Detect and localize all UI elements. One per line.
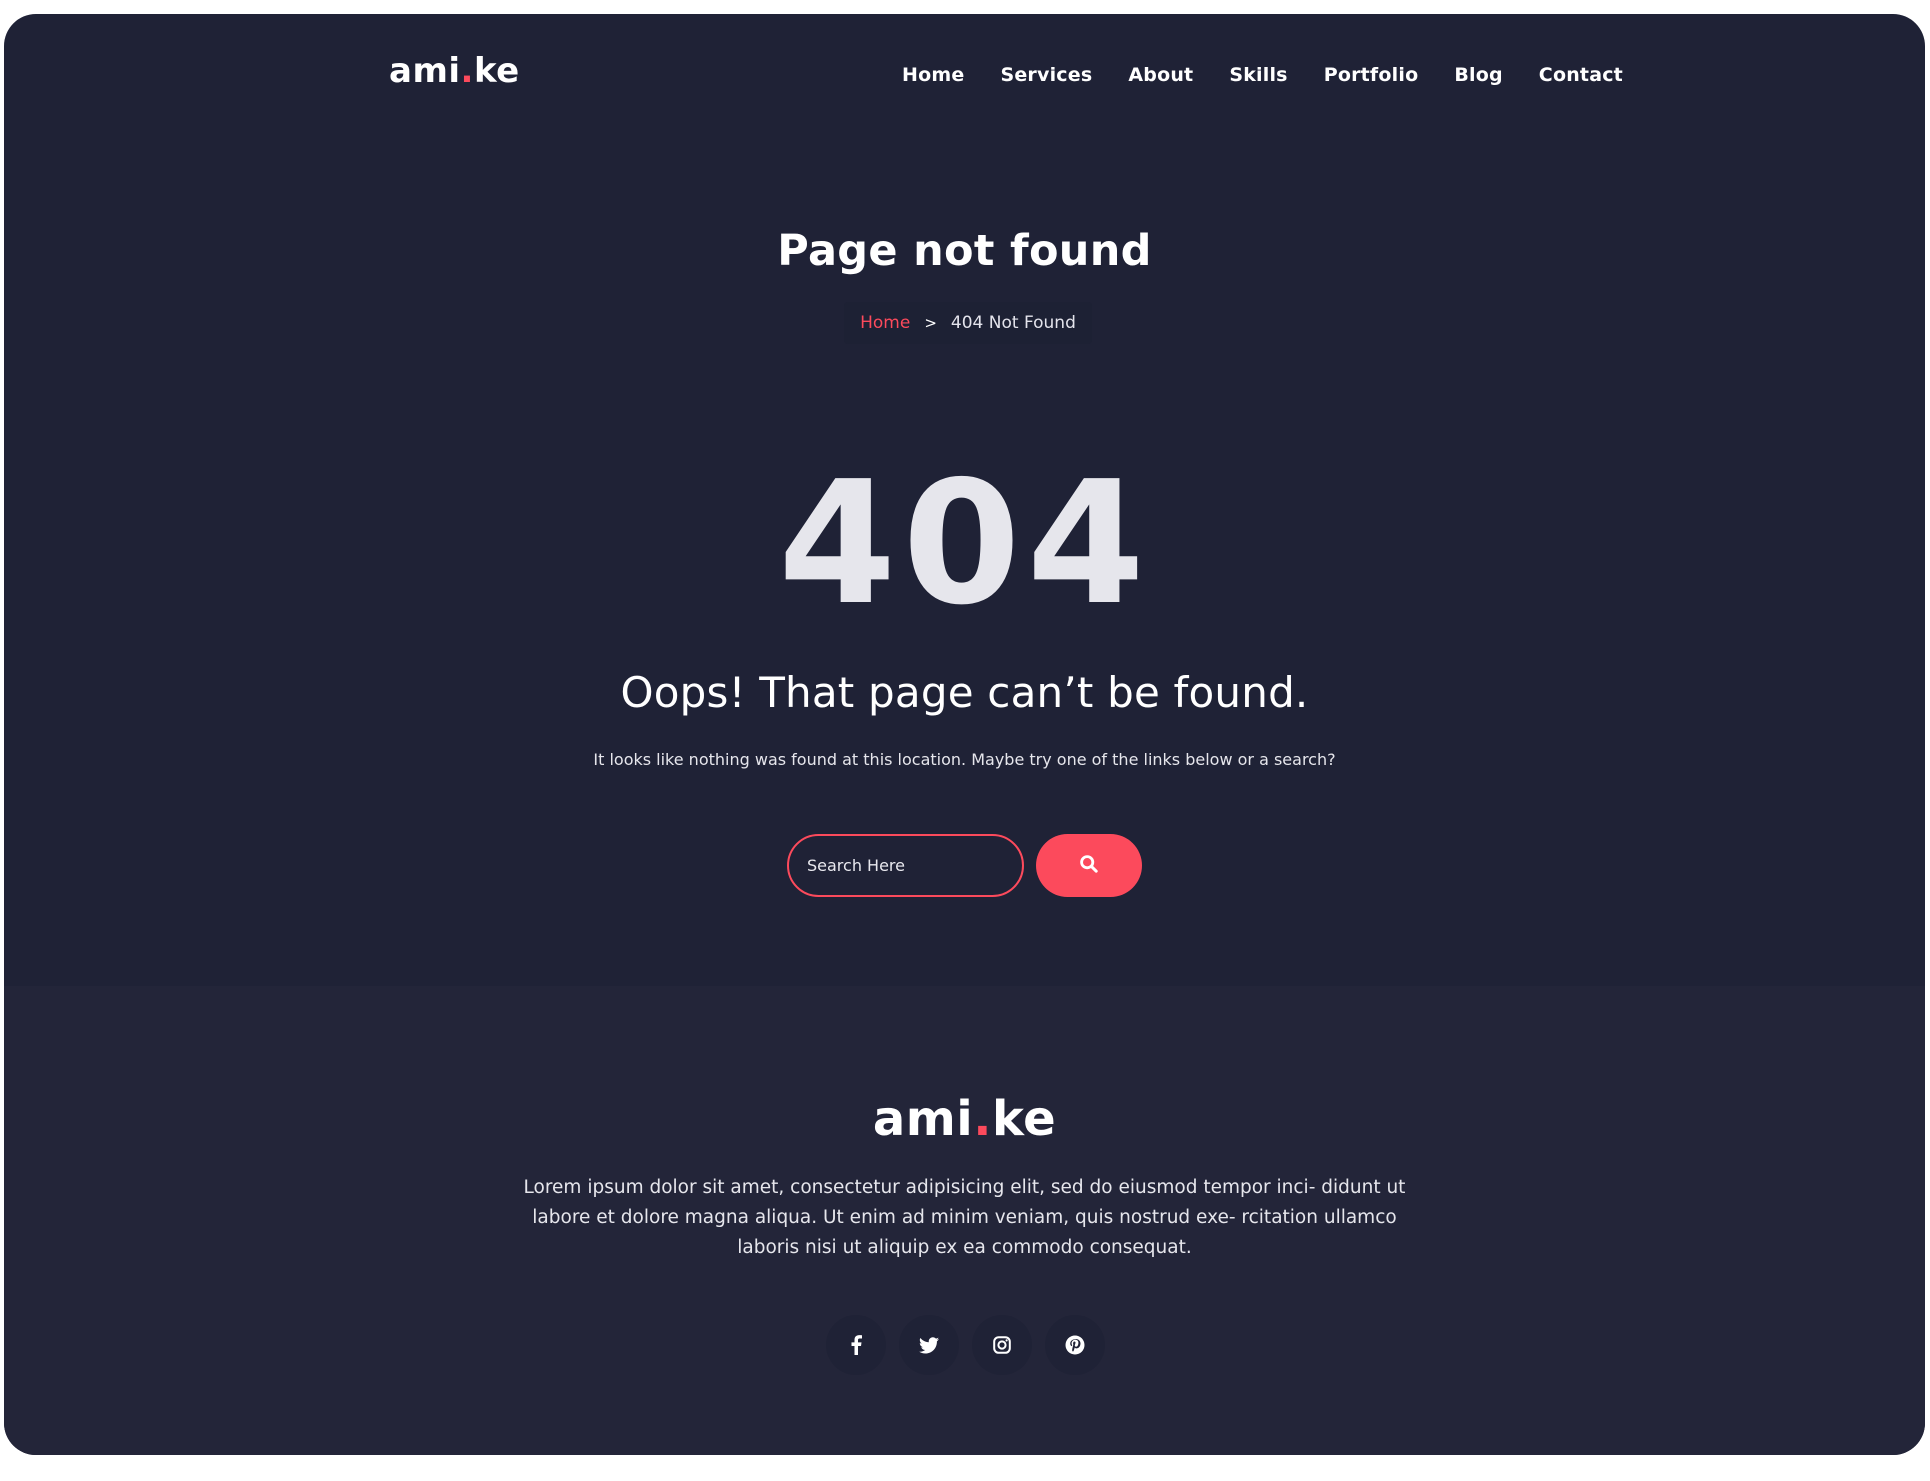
nav-item-home[interactable]: Home — [902, 64, 964, 86]
site-header: ami.ke Home Services About Skills Portfo… — [4, 14, 1925, 124]
facebook-icon — [850, 1335, 862, 1355]
nav-item-about[interactable]: About — [1128, 64, 1193, 86]
footer-logo[interactable]: ami.ke — [4, 1091, 1925, 1147]
footer-description: Lorem ipsum dolor sit amet, consectetur … — [523, 1177, 1406, 1258]
error-code: 404 — [778, 445, 1151, 643]
breadcrumb-separator-icon: > — [924, 314, 937, 332]
pinterest-icon — [1065, 1335, 1085, 1355]
facebook-link[interactable] — [826, 1315, 886, 1375]
footer-logo-part2: ke — [991, 1091, 1057, 1147]
footer-logo-part1: ami — [872, 1091, 974, 1147]
page-frame: ami.ke Home Services About Skills Portfo… — [4, 14, 1925, 1455]
social-links — [826, 1315, 1105, 1375]
nav-item-skills[interactable]: Skills — [1229, 64, 1287, 86]
twitter-link[interactable] — [899, 1315, 959, 1375]
search-button[interactable] — [1036, 834, 1142, 897]
site-footer: ami.ke Lorem ipsum dolor sit amet, conse… — [4, 986, 1925, 1455]
search-icon — [1079, 854, 1099, 877]
search-form — [787, 834, 1142, 897]
footer-logo-dot: . — [973, 1091, 992, 1147]
logo-text-part2: ke — [473, 51, 520, 91]
logo-text-part1: ami — [389, 51, 461, 91]
search-input[interactable] — [787, 834, 1024, 897]
site-logo[interactable]: ami.ke — [389, 51, 520, 91]
nav-item-services[interactable]: Services — [1000, 64, 1092, 86]
nav-item-blog[interactable]: Blog — [1454, 64, 1502, 86]
nav-item-contact[interactable]: Contact — [1539, 64, 1623, 86]
instagram-icon — [993, 1336, 1011, 1354]
error-description: It looks like nothing was found at this … — [593, 750, 1336, 769]
breadcrumb-current: 404 Not Found — [950, 313, 1076, 333]
instagram-link[interactable] — [972, 1315, 1032, 1375]
main-nav: Home Services About Skills Portfolio Blo… — [902, 64, 1659, 86]
logo-dot: . — [460, 51, 474, 91]
twitter-icon — [919, 1336, 939, 1354]
error-heading: Oops! That page can’t be found. — [620, 668, 1309, 717]
breadcrumb: Home > 404 Not Found — [844, 302, 1092, 344]
page-title: Page not found — [777, 226, 1152, 276]
pinterest-link[interactable] — [1045, 1315, 1105, 1375]
breadcrumb-home-link[interactable]: Home — [860, 313, 910, 333]
nav-item-portfolio[interactable]: Portfolio — [1324, 64, 1419, 86]
